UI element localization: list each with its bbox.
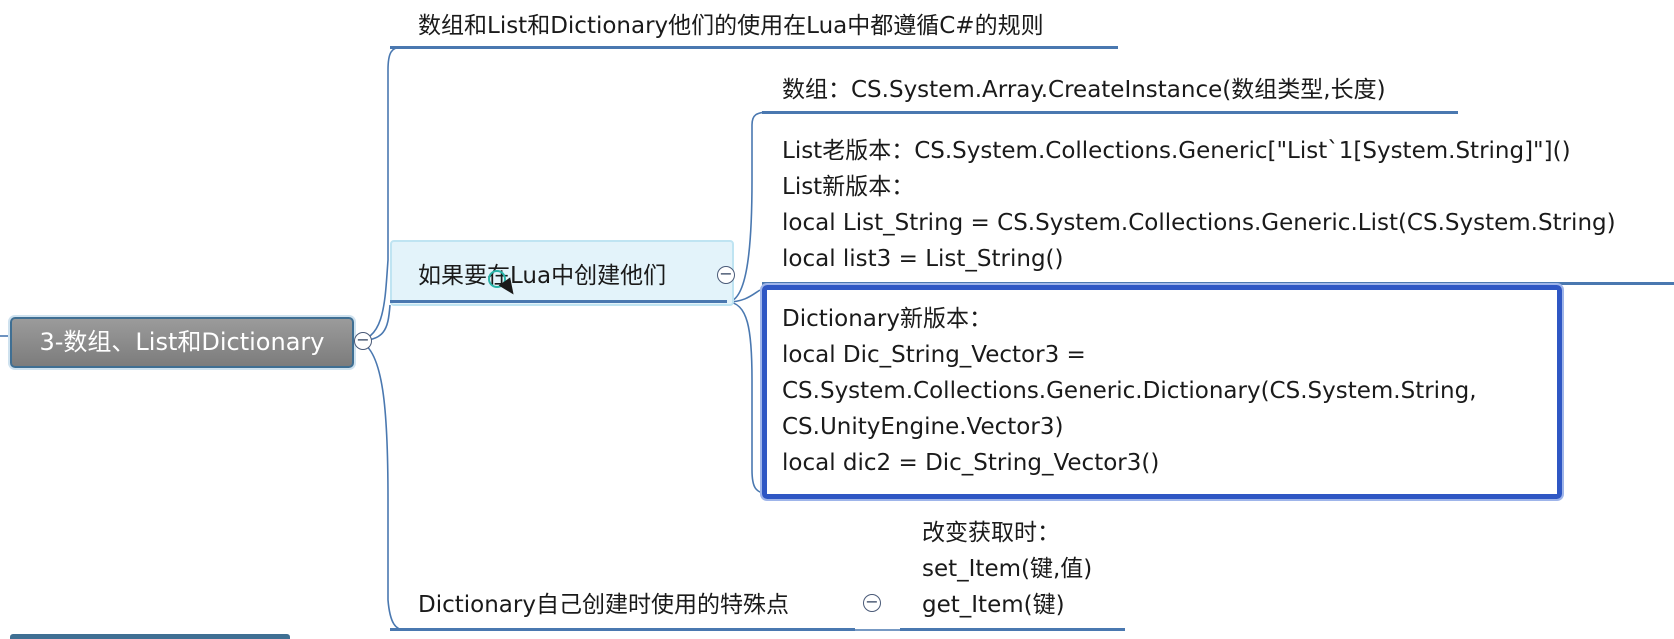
dictionary-line: local Dic_String_Vector3 = — [782, 342, 1086, 368]
mind-map-canvas[interactable]: 3-数组、List和Dictionary − 数组和List和Dictionar… — [0, 0, 1674, 639]
dictionary-line: CS.System.Collections.Generic.Dictionary… — [782, 378, 1477, 404]
collapse-icon: − — [865, 592, 879, 611]
subtopic-array-label: 数组：CS.System.Array.CreateInstance(数组类型,长… — [782, 77, 1386, 103]
collapse-icon: − — [356, 330, 370, 349]
create-collapse-button[interactable]: − — [717, 266, 735, 284]
dict-special-collapse-button[interactable]: − — [863, 594, 881, 612]
subtopic-list[interactable]: List老版本：CS.System.Collections.Generic["L… — [782, 133, 1616, 277]
list-line: local list3 = List_String() — [782, 246, 1064, 272]
list-line: List老版本：CS.System.Collections.Generic["L… — [782, 138, 1571, 164]
dictionary-line: Dictionary新版本： — [782, 306, 992, 332]
topic-create-label: 如果要在Lua中创建他们 — [418, 263, 667, 289]
list-line: List新版本： — [782, 174, 915, 200]
subtopic-dictionary[interactable]: Dictionary新版本： local Dic_String_Vector3 … — [782, 301, 1477, 481]
dict-special-line: get_Item(键) — [922, 592, 1065, 618]
topic-rule-underline — [390, 46, 1118, 49]
topic-create-underline — [390, 300, 727, 303]
topic-rule-label: 数组和List和Dictionary他们的使用在Lua中都遵循C#的规则 — [418, 13, 1044, 39]
topic-dict-special-underline — [390, 628, 855, 631]
subtopic-array-underline — [762, 111, 1458, 114]
dict-special-line: 改变获取时： — [922, 520, 1060, 546]
root-collapse-button[interactable]: − — [354, 332, 372, 350]
topic-dict-special[interactable]: Dictionary自己创建时使用的特殊点 — [418, 587, 789, 623]
subtopic-dict-special-underline — [900, 628, 1125, 631]
root-topic-label: 3-数组、List和Dictionary — [39, 328, 325, 356]
topic-dict-special-label: Dictionary自己创建时使用的特殊点 — [418, 592, 789, 618]
subtopic-array[interactable]: 数组：CS.System.Array.CreateInstance(数组类型,长… — [782, 72, 1386, 108]
dictionary-line: CS.UnityEngine.Vector3) — [782, 414, 1064, 440]
dict-special-line: set_Item(键,值) — [922, 556, 1093, 582]
list-line: local List_String = CS.System.Collection… — [782, 210, 1616, 236]
root-topic[interactable]: 3-数组、List和Dictionary — [10, 317, 354, 368]
topic-rule[interactable]: 数组和List和Dictionary他们的使用在Lua中都遵循C#的规则 — [418, 8, 1044, 44]
topic-create[interactable]: 如果要在Lua中创建他们 — [418, 258, 666, 294]
subtopic-dict-special-notes[interactable]: 改变获取时： set_Item(键,值) get_Item(键) — [922, 515, 1092, 623]
next-root-topic-edge — [10, 634, 290, 639]
collapse-icon: − — [719, 264, 733, 283]
dictionary-line: local dic2 = Dic_String_Vector3() — [782, 450, 1160, 476]
